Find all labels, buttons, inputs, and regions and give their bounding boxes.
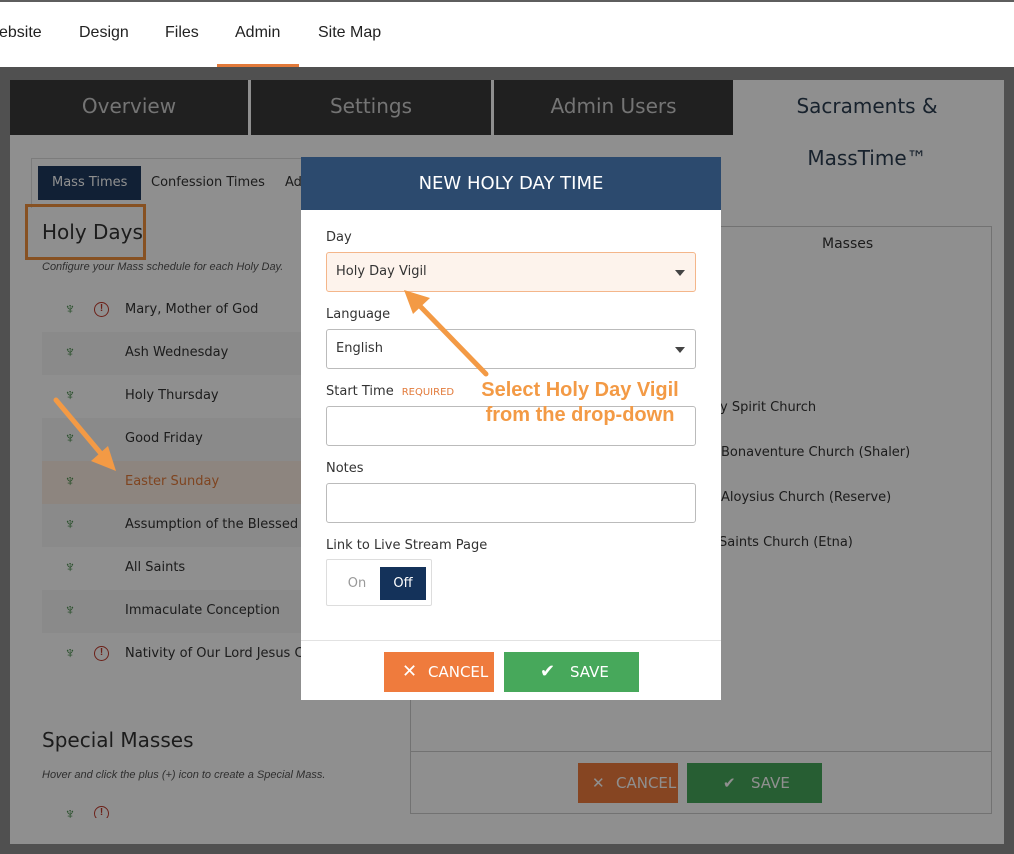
- close-icon: ✕: [402, 661, 418, 682]
- live-stream-toggle[interactable]: On Off: [326, 559, 432, 606]
- day-select[interactable]: Holy Day Vigil: [326, 252, 696, 292]
- start-time-label-text: Start Time: [326, 384, 394, 399]
- nav-item-design[interactable]: Design: [79, 24, 129, 42]
- day-label: Day: [326, 230, 352, 245]
- top-nav: ebsite Design Files Admin Site Map: [0, 0, 1014, 67]
- notes-input[interactable]: [326, 483, 696, 523]
- chevron-down-icon: [675, 347, 685, 353]
- notes-label: Notes: [326, 461, 364, 476]
- chevron-down-icon: [675, 270, 685, 276]
- check-icon: ✔: [540, 661, 556, 682]
- cancel-button-label: CANCEL: [428, 663, 489, 681]
- language-select-value: English: [336, 341, 383, 356]
- nav-item-files[interactable]: Files: [165, 24, 199, 42]
- toggle-on-option[interactable]: On: [337, 567, 377, 600]
- cancel-button[interactable]: ✕ CANCEL: [384, 652, 494, 692]
- annotation-callout: Select Holy Day Vigil from the drop-down: [460, 378, 700, 428]
- save-button[interactable]: ✔ SAVE: [504, 652, 639, 692]
- toggle-off-option[interactable]: Off: [380, 567, 426, 600]
- annotation-line-1: Select Holy Day Vigil: [481, 379, 679, 401]
- modal-title: NEW HOLY DAY TIME: [301, 157, 721, 210]
- language-select[interactable]: English: [326, 329, 696, 369]
- language-label: Language: [326, 307, 391, 322]
- required-badge: REQUIRED: [401, 387, 455, 398]
- start-time-label: Start Time REQUIRED: [326, 384, 454, 399]
- new-holy-day-time-modal: NEW HOLY DAY TIME Day Holy Day Vigil Lan…: [301, 157, 721, 700]
- save-button-label: SAVE: [570, 663, 609, 681]
- live-stream-label: Link to Live Stream Page: [326, 538, 488, 553]
- nav-item-website[interactable]: ebsite: [0, 24, 42, 42]
- day-select-value: Holy Day Vigil: [336, 264, 427, 279]
- annotation-line-2: from the drop-down: [485, 404, 675, 426]
- nav-item-admin[interactable]: Admin: [235, 24, 280, 42]
- modal-footer: ✕ CANCEL ✔ SAVE: [301, 640, 721, 700]
- nav-item-site-map[interactable]: Site Map: [318, 24, 381, 42]
